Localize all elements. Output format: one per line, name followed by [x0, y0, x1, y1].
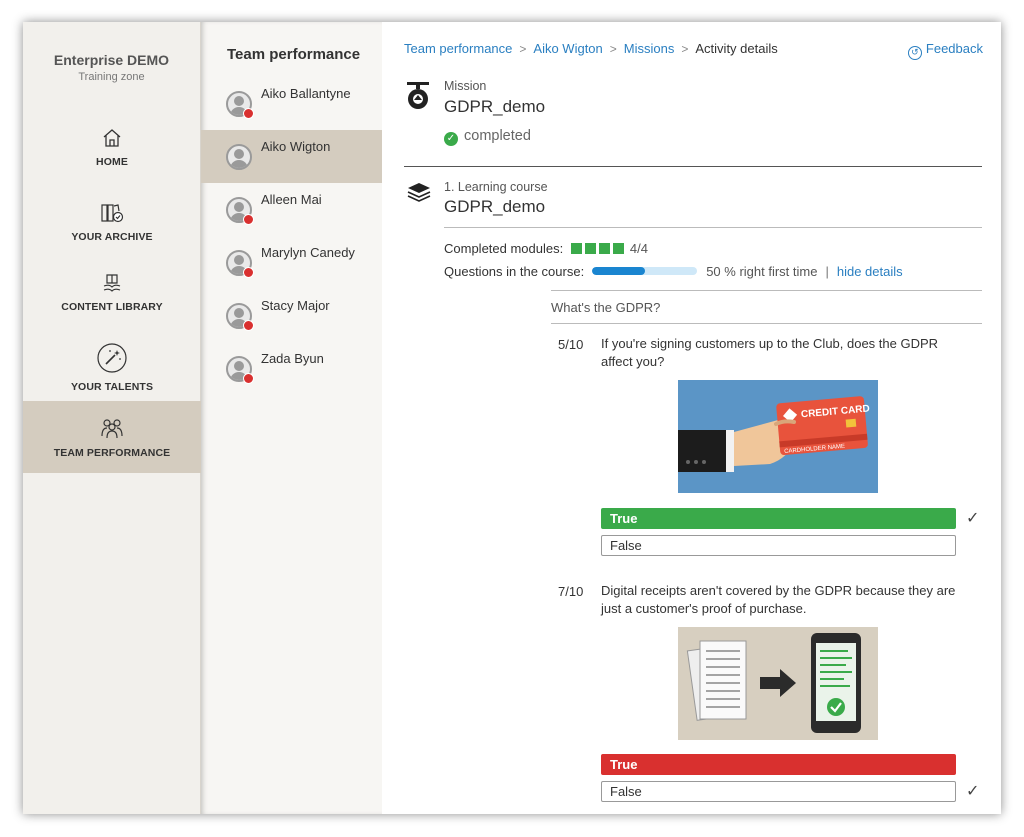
mission-type-label: Mission: [444, 79, 487, 93]
team-icon: [101, 419, 123, 439]
mission-icon: [407, 82, 429, 109]
nav-label-content-library: CONTENT LIBRARY: [61, 301, 163, 313]
nav-item-talents[interactable]: YOUR TALENTS: [23, 342, 201, 393]
questions-label: Questions in the course:: [444, 264, 585, 279]
answer-option[interactable]: True: [601, 508, 956, 529]
talents-icon: [97, 343, 127, 373]
feedback-label: Feedback: [925, 41, 983, 56]
divider: [404, 166, 982, 167]
questions-progress-bar: [592, 267, 698, 275]
checkmark-icon: ✓: [966, 510, 980, 527]
course-type-label: 1. Learning course: [444, 180, 548, 194]
member-name: Alleen Mai: [261, 192, 322, 207]
member-name: Aiko Wigton: [261, 139, 331, 154]
brand: Enterprise DEMO Training zone: [23, 22, 200, 83]
section-title: What's the GDPR?: [551, 300, 661, 315]
chevron-right-icon: >: [519, 42, 527, 56]
divider: [444, 227, 982, 228]
team-member[interactable]: Aiko Ballantyne: [201, 77, 382, 130]
breadcrumb: Team performance > Aiko Wigton > Missions > Ac…: [404, 41, 778, 56]
module-complete-square: [584, 243, 596, 254]
nav-item-archive[interactable]: YOUR ARCHIVE: [23, 202, 201, 252]
breadcrumb-current: Activity details: [695, 41, 778, 56]
nav-label-talents: YOUR TALENTS: [70, 381, 154, 393]
paper-to-phone-receipt-illustration: [678, 627, 878, 740]
completed-modules-label: Completed modules:: [444, 241, 564, 256]
mission-name: GDPR_demo: [444, 97, 546, 116]
question-number: 7/10: [558, 584, 584, 599]
answer-option[interactable]: True: [601, 754, 956, 775]
team-list-title: Team performance: [227, 46, 361, 63]
team-member[interactable]: Stacy Major: [201, 289, 382, 342]
divider: [551, 290, 982, 291]
status-badge: [243, 267, 254, 278]
member-name: Aiko Ballantyne: [261, 86, 351, 101]
member-name: Marylyn Canedy: [261, 245, 355, 260]
team-member[interactable]: Alleen Mai: [201, 183, 382, 236]
app-window: Enterprise DEMO Training zone HOME YOUR …: [23, 22, 1001, 814]
home-icon: [103, 129, 121, 147]
questions-result: 50 % right first time: [706, 264, 818, 279]
breadcrumb-link[interactable]: Missions: [624, 41, 675, 56]
questions-row: Questions in the course: 50 % right first…: [444, 264, 903, 279]
feedback-icon: ↺: [907, 46, 922, 60]
course-name: GDPR_demo: [444, 197, 546, 216]
separator: |: [825, 264, 829, 279]
team-list-panel: Team performance Aiko Ballantyne Aiko Wi…: [201, 22, 382, 814]
completed-modules-row: Completed modules: 4/4: [444, 241, 648, 256]
feedback-button[interactable]: ↺ Feedback: [907, 41, 983, 60]
nav-item-content-library[interactable]: CONTENT LIBRARY: [23, 272, 201, 322]
module-complete-square: [598, 243, 610, 254]
status-badge: [243, 108, 254, 119]
nav-label-team-performance: TEAM PERFORMANCE: [53, 447, 171, 459]
question-text: Digital receipts aren't covered by the G…: [601, 583, 956, 616]
module-complete-square: [570, 243, 582, 254]
chevron-right-icon: >: [609, 42, 617, 56]
brand-title: Enterprise DEMO: [53, 52, 170, 68]
team-member[interactable]: Aiko Wigton: [201, 130, 382, 183]
nav-item-home[interactable]: HOME: [23, 127, 201, 177]
question-text: If you're signing customers up to the Cl…: [601, 336, 939, 369]
member-name: Zada Byun: [261, 351, 324, 366]
divider: [551, 323, 982, 324]
brand-subtitle: Training zone: [78, 71, 145, 83]
app-sidebar: Enterprise DEMO Training zone HOME YOUR …: [23, 22, 201, 814]
nav-label-home: HOME: [96, 156, 128, 168]
nav-item-team-performance[interactable]: TEAM PERFORMANCE: [23, 401, 201, 473]
breadcrumb-link[interactable]: Team performance: [404, 41, 512, 56]
avatar: [226, 144, 252, 170]
status-badge: [243, 214, 254, 225]
member-name: Stacy Major: [261, 298, 330, 313]
team-member[interactable]: Zada Byun: [201, 342, 382, 395]
nav-label-archive: YOUR ARCHIVE: [71, 231, 153, 243]
answer-option[interactable]: False: [601, 535, 956, 556]
credit-card-illustration: CREDIT CARD CARDHOLDER NAME: [678, 380, 878, 493]
activity-details-panel: Team performance > Aiko Wigton > Missions > Ac…: [382, 22, 1001, 814]
archive-icon: [101, 204, 124, 223]
chevron-right-icon: >: [681, 42, 689, 56]
team-member[interactable]: Marylyn Canedy: [201, 236, 382, 289]
library-icon: [103, 274, 121, 292]
course-stack-icon: [407, 183, 431, 202]
hide-details-link[interactable]: hide details: [837, 264, 903, 279]
checkmark-icon: ✓: [966, 783, 980, 800]
check-circle-icon: ✓: [444, 132, 458, 146]
module-progress: [570, 241, 627, 256]
answer-option[interactable]: False: [601, 781, 956, 802]
mission-status: ✓ completed: [444, 128, 531, 146]
module-complete-square: [612, 243, 624, 254]
module-count: 4/4: [629, 241, 648, 256]
status-badge: [243, 320, 254, 331]
question-number: 5/10: [558, 337, 584, 352]
breadcrumb-link[interactable]: Aiko Wigton: [533, 41, 602, 56]
status-badge: [243, 373, 254, 384]
questions-progress-fill: [592, 267, 645, 275]
status-text: completed: [464, 128, 531, 144]
